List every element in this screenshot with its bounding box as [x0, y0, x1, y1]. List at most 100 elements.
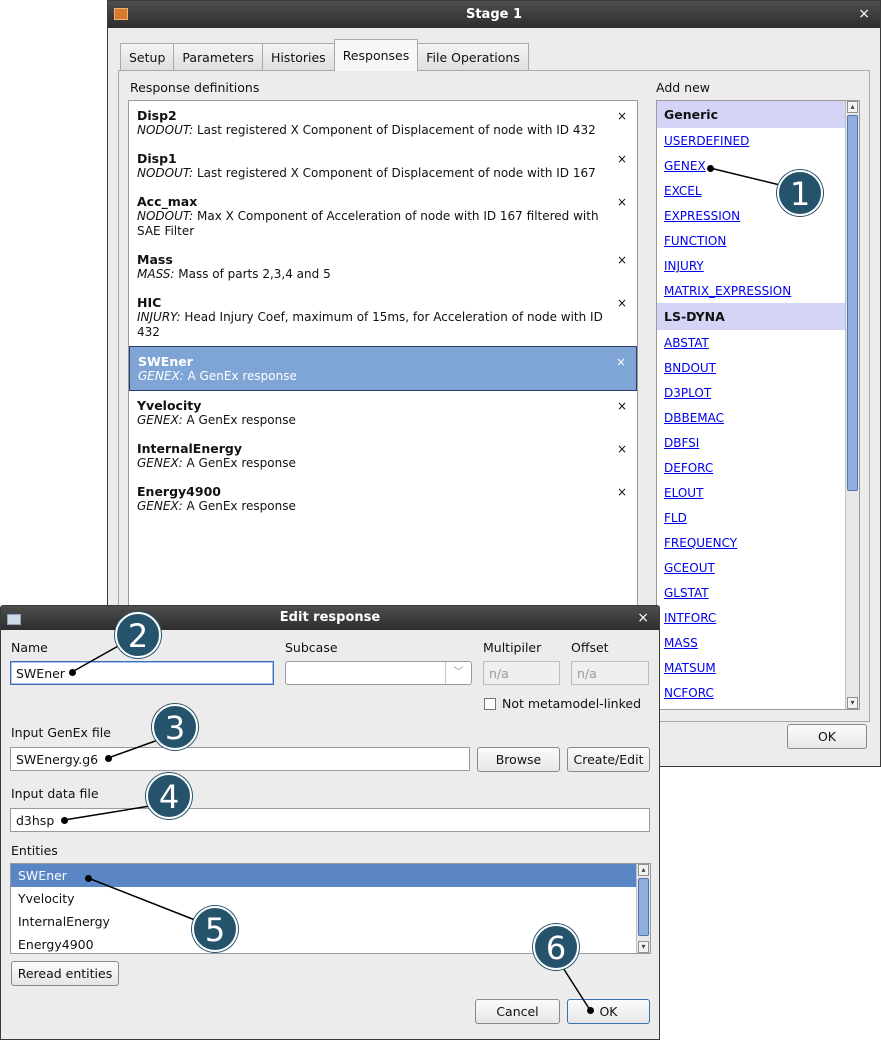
callout-4: 4: [146, 773, 192, 819]
add-link-ncforc[interactable]: NCFORC: [657, 680, 859, 705]
tab-parameters[interactable]: Parameters: [173, 43, 263, 71]
add-link-expression[interactable]: EXPRESSION: [657, 203, 859, 228]
response-item[interactable]: Mass MASS: Mass of parts 2,3,4 and 5 ×: [129, 245, 637, 288]
add-link-dbbemac[interactable]: DBBEMAC: [657, 405, 859, 430]
response-name: Yvelocity: [137, 398, 202, 413]
add-link-dbfsi[interactable]: DBFSI: [657, 430, 859, 455]
add-link-matrix-expression[interactable]: MATRIX_EXPRESSION: [657, 278, 859, 303]
remove-icon[interactable]: ×: [616, 355, 626, 370]
callout-dot-1: [707, 165, 714, 172]
edit-titlebar[interactable]: Edit response ×: [1, 606, 659, 630]
scroll-thumb[interactable]: [847, 115, 858, 491]
response-name: Disp1: [137, 151, 177, 166]
callout-5: 5: [192, 906, 238, 952]
response-item[interactable]: Energy4900 GENEX: A GenEx response ×: [129, 477, 637, 520]
response-desc-text: Mass of parts 2,3,4 and 5: [178, 267, 331, 281]
genex-file-input[interactable]: [10, 747, 470, 771]
add-link-genex[interactable]: GENEX: [657, 153, 859, 178]
remove-icon[interactable]: ×: [617, 485, 627, 500]
response-type: MASS:: [137, 267, 175, 281]
group-header-ls-dyna: LS-DYNA: [657, 303, 859, 330]
remove-icon[interactable]: ×: [617, 195, 627, 210]
add-new-label: Add new: [656, 80, 711, 95]
not-metamodel-linked-checkbox[interactable]: [484, 698, 496, 710]
remove-icon[interactable]: ×: [617, 253, 627, 268]
add-link-bndout[interactable]: BNDOUT: [657, 355, 859, 380]
add-link-gceout[interactable]: GCEOUT: [657, 555, 859, 580]
response-name: Energy4900: [137, 484, 221, 499]
response-item[interactable]: HIC INJURY: Head Injury Coef, maximum of …: [129, 288, 637, 346]
scroll-down-icon[interactable]: ▾: [847, 697, 858, 709]
add-link-fld[interactable]: FLD: [657, 505, 859, 530]
response-item[interactable]: Yvelocity GENEX: A GenEx response ×: [129, 391, 637, 434]
response-item[interactable]: InternalEnergy GENEX: A GenEx response ×: [129, 434, 637, 477]
stage-ok-button[interactable]: OK: [787, 724, 867, 749]
close-icon[interactable]: ×: [858, 1, 870, 28]
response-item[interactable]: Disp1 NODOUT: Last registered X Component…: [129, 144, 637, 187]
scroll-down-icon[interactable]: ▾: [638, 941, 649, 953]
add-link-intforc[interactable]: INTFORC: [657, 605, 859, 630]
create-edit-button[interactable]: Create/Edit: [567, 747, 650, 772]
response-name: Mass: [137, 252, 173, 267]
tab-responses[interactable]: Responses: [333, 39, 419, 71]
tab-setup[interactable]: Setup: [120, 43, 175, 71]
response-name: Acc_max: [137, 194, 198, 209]
name-input[interactable]: [10, 661, 274, 685]
response-name: InternalEnergy: [137, 441, 242, 456]
subcase-select[interactable]: ﹀: [285, 661, 472, 685]
offset-input[interactable]: [571, 661, 649, 685]
add-link-userdefined[interactable]: USERDEFINED: [657, 128, 859, 153]
response-type: GENEX:: [137, 456, 183, 470]
response-desc-text: Head Injury Coef, maximum of 15ms, for A…: [137, 310, 603, 339]
add-new-list[interactable]: Generic USERDEFINED GENEX EXCEL EXPRESSION FU…: [656, 100, 860, 710]
add-link-matsum[interactable]: MATSUM: [657, 655, 859, 680]
response-type: GENEX:: [138, 369, 184, 383]
add-link-d3plot[interactable]: D3PLOT: [657, 380, 859, 405]
add-link-elout[interactable]: ELOUT: [657, 480, 859, 505]
remove-icon[interactable]: ×: [617, 109, 627, 124]
callout-dot-5: [85, 875, 92, 882]
tab-file-operations[interactable]: File Operations: [417, 43, 529, 71]
browse-button[interactable]: Browse: [477, 747, 560, 772]
response-item[interactable]: SWEner GENEX: A GenEx response ×: [129, 346, 637, 391]
tab-bar: Setup Parameters Histories Responses Fil…: [120, 39, 529, 71]
stage-titlebar[interactable]: Stage 1 ×: [108, 1, 880, 28]
add-new-scrollbar[interactable]: ▴ ▾: [845, 101, 859, 709]
cancel-button[interactable]: Cancel: [475, 999, 560, 1024]
tab-histories[interactable]: Histories: [261, 43, 335, 71]
callout-1: 1: [777, 170, 823, 216]
add-link-frequency[interactable]: FREQUENCY: [657, 530, 859, 555]
data-file-input[interactable]: [10, 808, 650, 832]
close-icon[interactable]: ×: [637, 606, 649, 630]
edit-ok-button[interactable]: OK: [567, 999, 650, 1024]
remove-icon[interactable]: ×: [617, 152, 627, 167]
response-item[interactable]: Acc_max NODOUT: Max X Component of Accele…: [129, 187, 637, 245]
response-type: NODOUT:: [137, 166, 194, 180]
scroll-thumb[interactable]: [638, 878, 649, 936]
callout-3: 3: [152, 704, 198, 750]
add-link-injury[interactable]: INJURY: [657, 253, 859, 278]
scroll-up-icon[interactable]: ▴: [638, 864, 649, 876]
add-link-deforc[interactable]: DEFORC: [657, 455, 859, 480]
add-link-function[interactable]: FUNCTION: [657, 228, 859, 253]
add-link-excel[interactable]: EXCEL: [657, 178, 859, 203]
response-item[interactable]: Disp2 NODOUT: Last registered X Component…: [129, 101, 637, 144]
response-type: NODOUT:: [137, 123, 194, 137]
add-link-glstat[interactable]: GLSTAT: [657, 580, 859, 605]
entity-item[interactable]: Yvelocity: [11, 887, 650, 910]
add-link-mass[interactable]: MASS: [657, 630, 859, 655]
response-definitions-list[interactable]: Disp2 NODOUT: Last registered X Component…: [128, 100, 638, 620]
multiplier-input[interactable]: [483, 661, 560, 685]
remove-icon[interactable]: ×: [617, 399, 627, 414]
name-label: Name: [11, 640, 48, 655]
add-link-abstat[interactable]: ABSTAT: [657, 330, 859, 355]
reread-entities-button[interactable]: Reread entities: [11, 961, 119, 986]
scroll-up-icon[interactable]: ▴: [847, 101, 858, 113]
remove-icon[interactable]: ×: [617, 296, 627, 311]
callout-dot-4: [61, 817, 68, 824]
response-description: MASS: Mass of parts 2,3,4 and 5: [137, 267, 607, 282]
entities-scrollbar[interactable]: ▴ ▾: [636, 864, 650, 953]
remove-icon[interactable]: ×: [617, 442, 627, 457]
chevron-down-icon[interactable]: ﹀: [445, 662, 471, 684]
entity-item[interactable]: SWEner: [11, 864, 650, 887]
